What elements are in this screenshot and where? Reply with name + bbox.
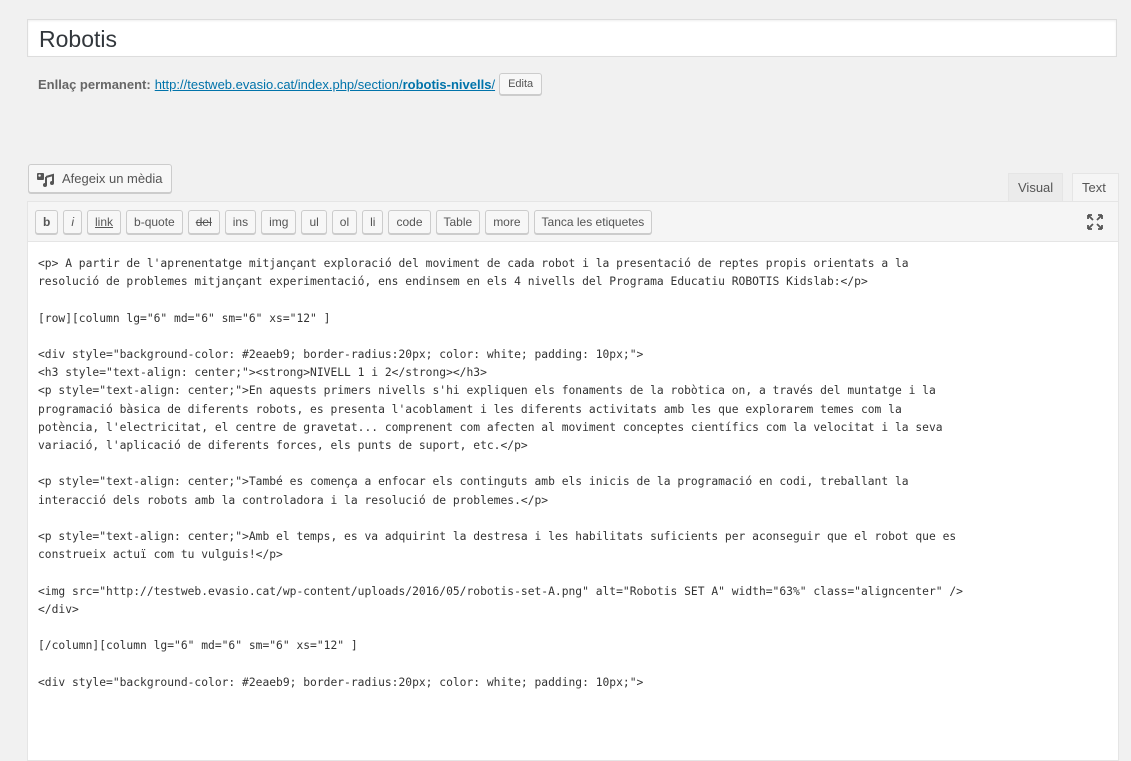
content-line xyxy=(38,564,1118,582)
permalink-url-suffix: / xyxy=(491,76,496,92)
permalink-label: Enllaç permanent: xyxy=(38,76,151,92)
add-media-button[interactable]: Afegeix un mèdia xyxy=(28,164,173,193)
content-line: <div style="background-color: #2eaeb9; b… xyxy=(38,347,644,361)
media-icon xyxy=(37,172,54,187)
content-line: <p style="text-align: center;">En aquest… xyxy=(38,384,936,398)
qt-more-button[interactable]: more xyxy=(485,209,529,234)
qt-ul-button[interactable]: ul xyxy=(301,209,327,234)
tab-text[interactable]: Text xyxy=(1072,173,1119,201)
qt-bold-button[interactable]: b xyxy=(35,209,59,234)
qt-ins-button[interactable]: ins xyxy=(224,209,257,234)
content-line xyxy=(38,328,1118,346)
qt-li-button[interactable]: li xyxy=(362,209,384,234)
qt-code-button[interactable]: code xyxy=(388,209,431,234)
permalink-url-prefix: http://testweb.evasio.cat/index.php/sect… xyxy=(154,76,403,92)
content-line: <p style="text-align: center;">Amb el te… xyxy=(38,529,957,543)
text-editor: b i link b-quote del ins img ul ol li co… xyxy=(27,201,1119,761)
content-line: </div> xyxy=(38,602,79,616)
fullscreen-icon[interactable] xyxy=(1086,213,1104,231)
content-line: <img src="http://testweb.evasio.cat/wp-c… xyxy=(38,584,963,598)
qt-img-button[interactable]: img xyxy=(261,209,297,234)
qt-italic-button[interactable]: i xyxy=(63,209,83,234)
content-line: [/column][column lg="6" md="6" sm="6" xs… xyxy=(38,639,358,653)
content-line xyxy=(38,510,1118,528)
permalink-row: Enllaç permanent: http://testweb.evasio.… xyxy=(38,72,543,96)
content-line: <p style="text-align: center;">També es … xyxy=(38,475,909,489)
qt-close-tags-button[interactable]: Tanca les etiquetes xyxy=(533,209,653,234)
qt-table-button[interactable]: Table xyxy=(435,209,481,234)
content-line: interacció dels robots amb la controlado… xyxy=(38,493,549,507)
qt-blockquote-button[interactable]: b-quote xyxy=(126,209,183,234)
add-media-label: Afegeix un mèdia xyxy=(62,171,163,186)
content-textarea[interactable]: <p> A partir de l'aprenentatge mitjançan… xyxy=(28,242,1118,692)
content-line: potència, l'electricitat, el centre de g… xyxy=(38,420,943,434)
content-line: [row][column lg="6" md="6" sm="6" xs="12… xyxy=(38,311,331,325)
content-line: resolució de problemes mitjançant experi… xyxy=(38,275,868,289)
content-line: <div style="background-color: #2eaeb9; b… xyxy=(38,675,644,689)
permalink-link[interactable]: http://testweb.evasio.cat/index.php/sect… xyxy=(155,77,495,92)
post-title-text: Robotis xyxy=(39,26,117,52)
edit-permalink-button[interactable]: Edita xyxy=(499,73,543,95)
content-line xyxy=(38,655,1118,673)
content-line: variació, l'aplicació de diferents force… xyxy=(38,439,528,452)
qt-ol-button[interactable]: ol xyxy=(331,209,358,234)
content-line xyxy=(38,619,1118,637)
tab-visual[interactable]: Visual xyxy=(1008,173,1064,201)
quicktags-toolbar: b i link b-quote del ins img ul ol li co… xyxy=(28,202,1118,242)
qt-link-button[interactable]: link xyxy=(87,209,122,234)
content-line: <h3 style="text-align: center;"><strong>… xyxy=(38,366,487,380)
content-line xyxy=(38,455,1118,473)
content-line: programació bàsica de diferents robots, … xyxy=(38,402,902,416)
content-line xyxy=(38,291,1118,309)
qt-del-button[interactable]: del xyxy=(187,209,220,234)
permalink-slug: robotis-nivells xyxy=(402,76,492,92)
post-title-input[interactable]: Robotis xyxy=(27,19,1117,57)
content-line: <p> A partir de l'aprenentatge mitjançan… xyxy=(38,257,909,270)
content-line: construeix actuï com tu vulguis!</p> xyxy=(38,548,283,562)
